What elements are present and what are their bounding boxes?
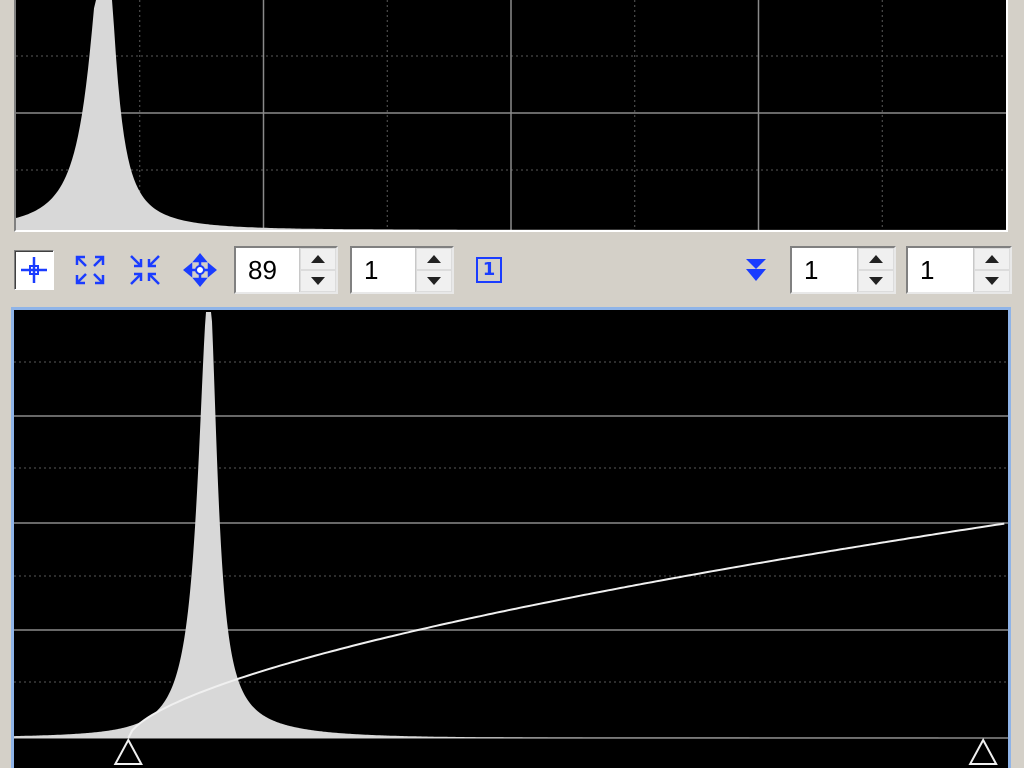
arrow-up-icon <box>311 255 325 263</box>
right-spinbox-2-up-button[interactable] <box>974 248 1010 270</box>
highlights-clip-marker <box>968 737 998 765</box>
zoom-x-down-button[interactable] <box>300 270 336 292</box>
arrow-down-icon <box>985 277 999 285</box>
zoom-y-down-button[interactable] <box>416 270 452 292</box>
arrow-up-icon <box>427 255 441 263</box>
pan-button[interactable] <box>180 250 220 290</box>
zoom-y-up-button[interactable] <box>416 248 452 270</box>
right-spinbox-1[interactable]: 1 <box>790 246 896 294</box>
right-spinbox-2[interactable]: 1 <box>906 246 1012 294</box>
compress-arrows-icon <box>130 255 160 285</box>
histogram-toolbar: 89 1 1 1 1 <box>0 242 1024 298</box>
arrow-down-icon <box>311 277 325 285</box>
crosshair-mode-button[interactable] <box>14 250 54 290</box>
move-arrows-icon <box>183 253 217 287</box>
right-spinbox-2-value[interactable]: 1 <box>908 248 973 292</box>
histogram-zoomed-chart <box>14 312 1008 765</box>
one-to-one-zoom-button[interactable]: 1 <box>469 250 509 290</box>
double-chevron-down-icon <box>746 259 766 281</box>
one-to-one-label: 1 <box>482 259 496 280</box>
zoom-y-spinbox[interactable]: 1 <box>350 246 454 294</box>
expand-arrows-icon <box>75 255 105 285</box>
histogram-overview-chart <box>16 0 1006 230</box>
arrow-up-icon <box>985 255 999 263</box>
zoom-x-up-button[interactable] <box>300 248 336 270</box>
zoom-x-value[interactable]: 89 <box>236 248 299 292</box>
crosshair-icon <box>21 257 47 283</box>
zoom-to-fit-button[interactable] <box>70 250 110 290</box>
zoom-in-center-button[interactable] <box>125 250 165 290</box>
right-spinbox-1-up-button[interactable] <box>858 248 894 270</box>
zoom-x-spinbox[interactable]: 89 <box>234 246 338 294</box>
right-spinbox-1-down-button[interactable] <box>858 270 894 292</box>
zoom-y-value[interactable]: 1 <box>352 248 415 292</box>
histogram-area <box>14 312 1008 738</box>
histogram-zoomed-panel[interactable] <box>11 307 1011 768</box>
transfer-curve <box>127 522 1005 739</box>
histogram-overview-panel[interactable] <box>14 0 1008 232</box>
right-spinbox-2-down-button[interactable] <box>974 270 1010 292</box>
collapse-button[interactable] <box>736 250 776 290</box>
shadows-clip-marker <box>113 737 143 765</box>
arrow-down-icon <box>869 277 883 285</box>
one-to-one-icon: 1 <box>476 257 502 283</box>
right-spinbox-1-value[interactable]: 1 <box>792 248 857 292</box>
arrow-down-icon <box>427 277 441 285</box>
arrow-up-icon <box>869 255 883 263</box>
